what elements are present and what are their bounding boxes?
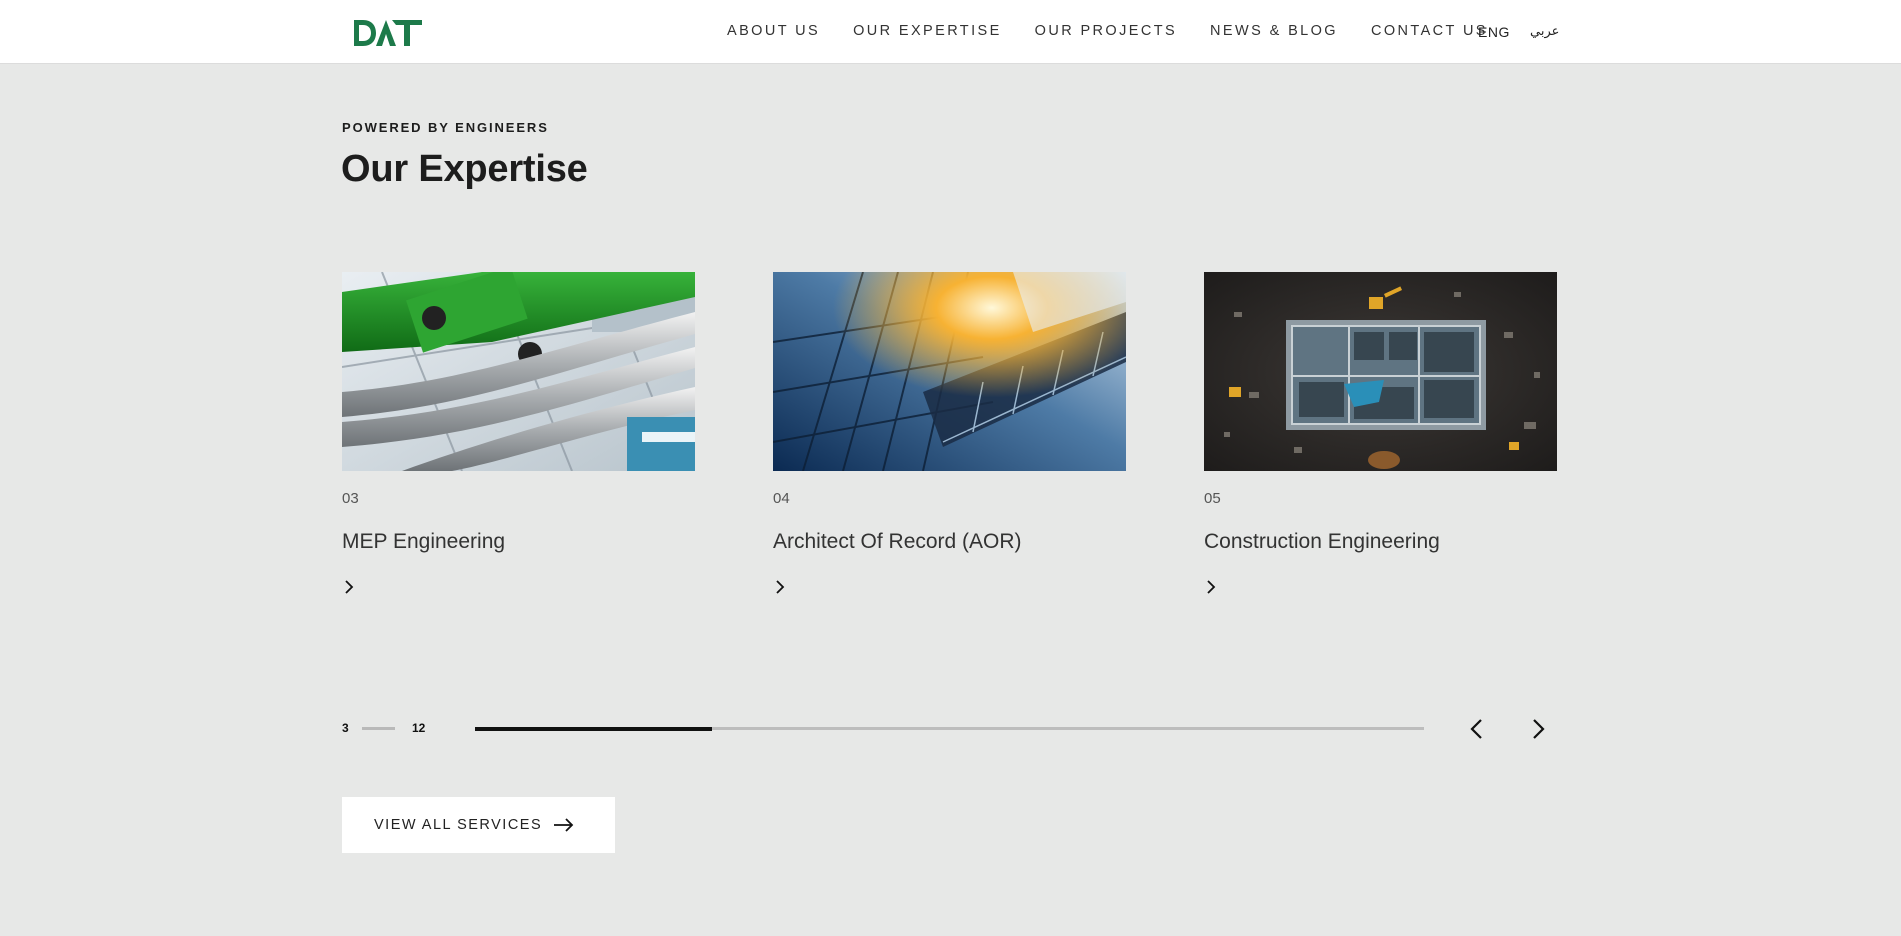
nav-our-projects[interactable]: OUR PROJECTS xyxy=(1035,23,1177,39)
nav-contact-us[interactable]: CONTACT US xyxy=(1371,23,1488,39)
slider-progress-fill xyxy=(475,726,713,731)
mep-engineering-image[interactable] xyxy=(342,272,695,471)
card-title[interactable]: Construction Engineering xyxy=(1204,530,1440,554)
chevron-right-icon[interactable] xyxy=(342,579,356,595)
main-nav: ABOUT US OUR EXPERTISE OUR PROJECTS NEWS… xyxy=(727,23,1521,39)
architect-of-record-image[interactable] xyxy=(773,272,1126,471)
card-number: 03 xyxy=(342,490,359,507)
construction-engineering-image[interactable] xyxy=(1204,272,1557,471)
slider-progress-track[interactable] xyxy=(475,726,1424,731)
nav-news-blog[interactable]: NEWS & BLOG xyxy=(1210,23,1338,39)
expertise-card[interactable]: 03 MEP Engineering xyxy=(342,272,695,594)
card-number: 04 xyxy=(773,490,790,507)
pager-current: 3 xyxy=(342,721,349,735)
pager-divider xyxy=(362,726,395,730)
chevron-right-icon[interactable] xyxy=(1526,716,1550,742)
lang-arabic[interactable]: عربي xyxy=(1530,24,1559,39)
dat-logo[interactable] xyxy=(352,18,424,48)
chevron-right-icon[interactable] xyxy=(1204,579,1218,595)
chevron-left-icon[interactable] xyxy=(1465,716,1489,742)
view-all-services-button[interactable]: VIEW ALL SERVICES xyxy=(342,797,615,853)
view-all-services-label: VIEW ALL SERVICES xyxy=(374,817,543,833)
nav-our-expertise[interactable]: OUR EXPERTISE xyxy=(853,23,1002,39)
arrow-right-icon xyxy=(554,818,574,832)
expertise-card[interactable]: 05 Construction Engineering xyxy=(1204,272,1557,594)
section-title: Our Expertise xyxy=(341,148,588,190)
pager-total: 12 xyxy=(412,721,426,735)
section-eyebrow: POWERED BY ENGINEERS xyxy=(342,120,549,135)
card-title[interactable]: MEP Engineering xyxy=(342,530,505,554)
site-header: ABOUT US OUR EXPERTISE OUR PROJECTS NEWS… xyxy=(0,0,1901,64)
lang-english[interactable]: ENG xyxy=(1478,24,1510,40)
slider-pager: 3 12 xyxy=(342,721,425,735)
card-number: 05 xyxy=(1204,490,1221,507)
card-title[interactable]: Architect Of Record (AOR) xyxy=(773,530,1022,554)
nav-about-us[interactable]: ABOUT US xyxy=(727,23,820,39)
chevron-right-icon[interactable] xyxy=(773,579,787,595)
expertise-card[interactable]: 04 Architect Of Record (AOR) xyxy=(773,272,1126,594)
